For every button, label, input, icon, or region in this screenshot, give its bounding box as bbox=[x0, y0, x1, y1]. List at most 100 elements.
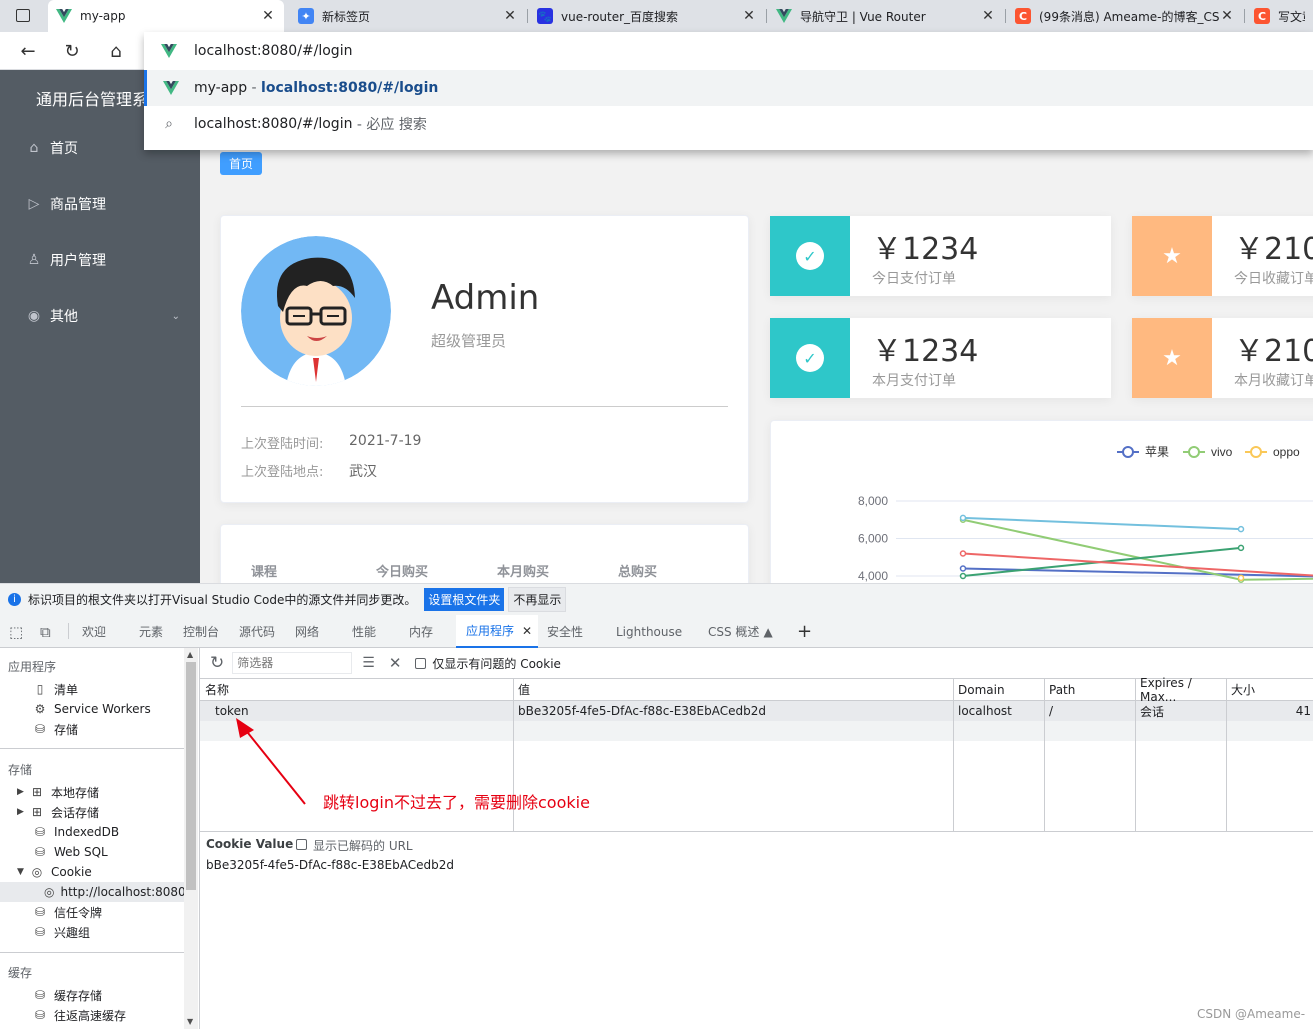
table-header: 课程 bbox=[251, 565, 278, 580]
device-toolbar-icon[interactable]: ⧉ bbox=[40, 615, 51, 648]
scroll-down-arrow-icon[interactable]: ▼ bbox=[187, 1017, 193, 1026]
tab-sources[interactable]: 源代码 bbox=[239, 615, 275, 648]
more-tabs-plus-icon[interactable]: + bbox=[797, 615, 812, 648]
annotation-note: 跳转login不过去了，需要删除cookie bbox=[323, 793, 590, 812]
stat-label: 本月支付订单 bbox=[872, 373, 956, 389]
only-issues-checkbox[interactable] bbox=[415, 657, 427, 669]
tab-new-tab[interactable]: ✦ 新标签页 ✕ bbox=[290, 0, 526, 32]
close-tab-icon[interactable]: ✕ bbox=[741, 8, 757, 24]
sidebar-item-local-storage[interactable]: ▶ ⊞ 本地存储 bbox=[17, 782, 99, 802]
sidebar-item-storage[interactable]: ⛁ 存储 bbox=[32, 719, 78, 739]
sidebar-item-service-workers[interactable]: ⚙ Service Workers bbox=[32, 699, 151, 719]
sidebar-item-bfcache[interactable]: ⛁ 往返高速缓存 bbox=[32, 1005, 126, 1025]
column-header-value[interactable]: 值 bbox=[513, 679, 953, 701]
sidebar-item-trust-tokens[interactable]: ⛁ 信任令牌 bbox=[32, 902, 102, 922]
file-icon: ▯ bbox=[36, 682, 44, 696]
delete-selected-icon[interactable]: ✕ bbox=[389, 654, 402, 672]
close-tab-icon[interactable]: ✕ bbox=[980, 8, 996, 24]
address-input[interactable]: localhost:8080/#/login bbox=[144, 32, 1313, 70]
tab-label: 应用程序 bbox=[466, 624, 515, 638]
dont-show-again-button[interactable]: 不再显示 bbox=[508, 587, 567, 612]
tab-csdn-write[interactable]: C 写文章 bbox=[1246, 0, 1313, 32]
tab-welcome[interactable]: 欢迎 bbox=[82, 615, 106, 648]
cookie-value-label: Cookie Value bbox=[206, 837, 294, 851]
expand-arrow-icon[interactable]: ▶ bbox=[17, 787, 29, 797]
location-icon: ◉ bbox=[27, 308, 41, 324]
tab-memory[interactable]: 内存 bbox=[409, 615, 433, 648]
close-tab-icon[interactable]: ✕ bbox=[522, 624, 532, 638]
tab-vue-router[interactable]: 导航守卫 | Vue Router ✕ bbox=[768, 0, 1004, 32]
close-tab-icon[interactable]: ✕ bbox=[1219, 8, 1235, 24]
breadcrumb-tag[interactable]: 首页 bbox=[220, 152, 263, 175]
menu-item-users[interactable]: ♙ 用户管理 bbox=[0, 232, 200, 288]
tab-performance[interactable]: 性能 bbox=[352, 615, 376, 648]
sidebar-item-session-storage[interactable]: ▶ ⊞ 会话存储 bbox=[17, 802, 99, 822]
sidebar-scrollbar[interactable]: ▲ ▼ bbox=[184, 648, 198, 1029]
legend-label: oppo bbox=[1273, 445, 1300, 459]
column-header-name[interactable]: 名称 bbox=[200, 679, 513, 701]
inspect-element-icon[interactable]: ⬚ bbox=[9, 615, 23, 648]
column-header-domain[interactable]: Domain bbox=[953, 679, 1044, 701]
suggestion-query: localhost:8080/#/login bbox=[194, 116, 353, 132]
y-tick-label: 4,000 bbox=[858, 569, 888, 583]
tab-baidu[interactable]: 🐾 vue-router_百度搜索 ✕ bbox=[529, 0, 765, 32]
table-header: 今日购买 bbox=[376, 565, 429, 580]
star-icon: ★ bbox=[1162, 243, 1182, 269]
sidebar-item-cookie[interactable]: ▼ ◎ Cookie bbox=[17, 862, 92, 882]
sidebar-item-cache-storage[interactable]: ⛁ 缓存存储 bbox=[32, 985, 102, 1005]
tab-network[interactable]: 网络 bbox=[295, 615, 319, 648]
back-arrow-icon[interactable]: ← bbox=[15, 38, 41, 64]
tab-application[interactable]: 应用程序 ✕ bbox=[456, 615, 538, 648]
baidu-icon: 🐾 bbox=[537, 8, 553, 24]
column-header-size[interactable]: 大小 bbox=[1226, 679, 1313, 701]
tab-console[interactable]: 控制台 bbox=[183, 615, 219, 648]
tab-css-overview[interactable]: CSS 概述 ▲ bbox=[708, 615, 773, 648]
sidebar-item-manifest[interactable]: ▯ 清单 bbox=[32, 679, 78, 699]
menu-item-goods[interactable]: ▷ 商品管理 bbox=[0, 176, 200, 232]
expand-arrow-icon[interactable]: ▶ bbox=[17, 807, 29, 817]
filter-input[interactable] bbox=[232, 652, 353, 674]
sidebar-item-cookie-origin[interactable]: ◎ http://localhost:8080 bbox=[0, 882, 186, 902]
stat-month-fav: ★ ￥210 本月收藏订单 bbox=[1132, 318, 1313, 398]
menu-item-other[interactable]: ◉ 其他 ⌄ bbox=[0, 288, 200, 344]
sidebar-item-label: Service Workers bbox=[54, 702, 151, 716]
home-icon[interactable]: ⌂ bbox=[103, 38, 129, 64]
success-icon: ✓ bbox=[796, 242, 824, 270]
data-point bbox=[1237, 544, 1245, 552]
tab-elements[interactable]: 元素 bbox=[139, 615, 163, 648]
tab-actions-icon[interactable] bbox=[16, 9, 30, 22]
scrollbar-thumb[interactable] bbox=[186, 662, 196, 890]
cookie-value-text: bBe3205f-4fe5-DfAc-f88c-E38EbACedb2d bbox=[206, 858, 454, 872]
close-tab-icon[interactable]: ✕ bbox=[502, 8, 518, 24]
sidebar-item-interest-groups[interactable]: ⛁ 兴趣组 bbox=[32, 922, 90, 942]
tab-title: 写文章 bbox=[1278, 9, 1305, 24]
suggestion-bing-search[interactable]: ⌕ localhost:8080/#/login - 必应 搜索 bbox=[144, 106, 1313, 142]
tab-security[interactable]: 安全性 bbox=[547, 615, 583, 648]
column-header-expires[interactable]: Expires / Max... bbox=[1135, 676, 1226, 704]
refresh-icon[interactable]: ↻ bbox=[210, 653, 224, 673]
sidebar-item-websql[interactable]: ⛁ Web SQL bbox=[32, 842, 108, 862]
section-title: 应用程序 bbox=[8, 660, 57, 674]
database-icon: ⛁ bbox=[34, 845, 46, 859]
close-tab-icon[interactable]: ✕ bbox=[260, 8, 276, 24]
sidebar-item-indexeddb[interactable]: ⛁ IndexedDB bbox=[32, 822, 119, 842]
cookie-size: 41 bbox=[1295, 704, 1311, 718]
stat-label: 今日收藏订单 bbox=[1234, 271, 1313, 287]
collapse-arrow-icon[interactable]: ▼ bbox=[17, 867, 29, 877]
cookie-value: bBe3205f-4fe5-DfAc-f88c-E38EbACedb2d bbox=[518, 704, 766, 718]
scroll-up-arrow-icon[interactable]: ▲ bbox=[187, 650, 193, 659]
tab-csdn-blog[interactable]: C (99条消息) Ameame-的博客_CSD ✕ bbox=[1007, 0, 1243, 32]
reload-icon[interactable]: ↻ bbox=[59, 38, 85, 64]
clear-all-icon[interactable]: ☰ bbox=[362, 655, 375, 671]
show-decoded-checkbox[interactable] bbox=[296, 839, 307, 850]
address-text: localhost:8080/#/login bbox=[194, 43, 353, 59]
set-root-folder-button[interactable]: 设置根文件夹 bbox=[424, 588, 505, 611]
tab-my-app[interactable]: my-app ✕ bbox=[48, 0, 284, 32]
user-card: Admin 超级管理员 上次登陆时间: 2021-7-19 上次登陆地点: 武汉 bbox=[220, 215, 749, 503]
column-header-path[interactable]: Path bbox=[1044, 679, 1135, 701]
sidebar-item-label: 清单 bbox=[54, 682, 79, 697]
suggestion-my-app[interactable]: my-app - localhost:8080/#/login bbox=[144, 70, 1313, 106]
last-login-time-label: 上次登陆时间: bbox=[241, 437, 324, 452]
stat-value: ￥210 bbox=[1234, 334, 1313, 369]
tab-lighthouse[interactable]: Lighthouse bbox=[616, 615, 682, 648]
